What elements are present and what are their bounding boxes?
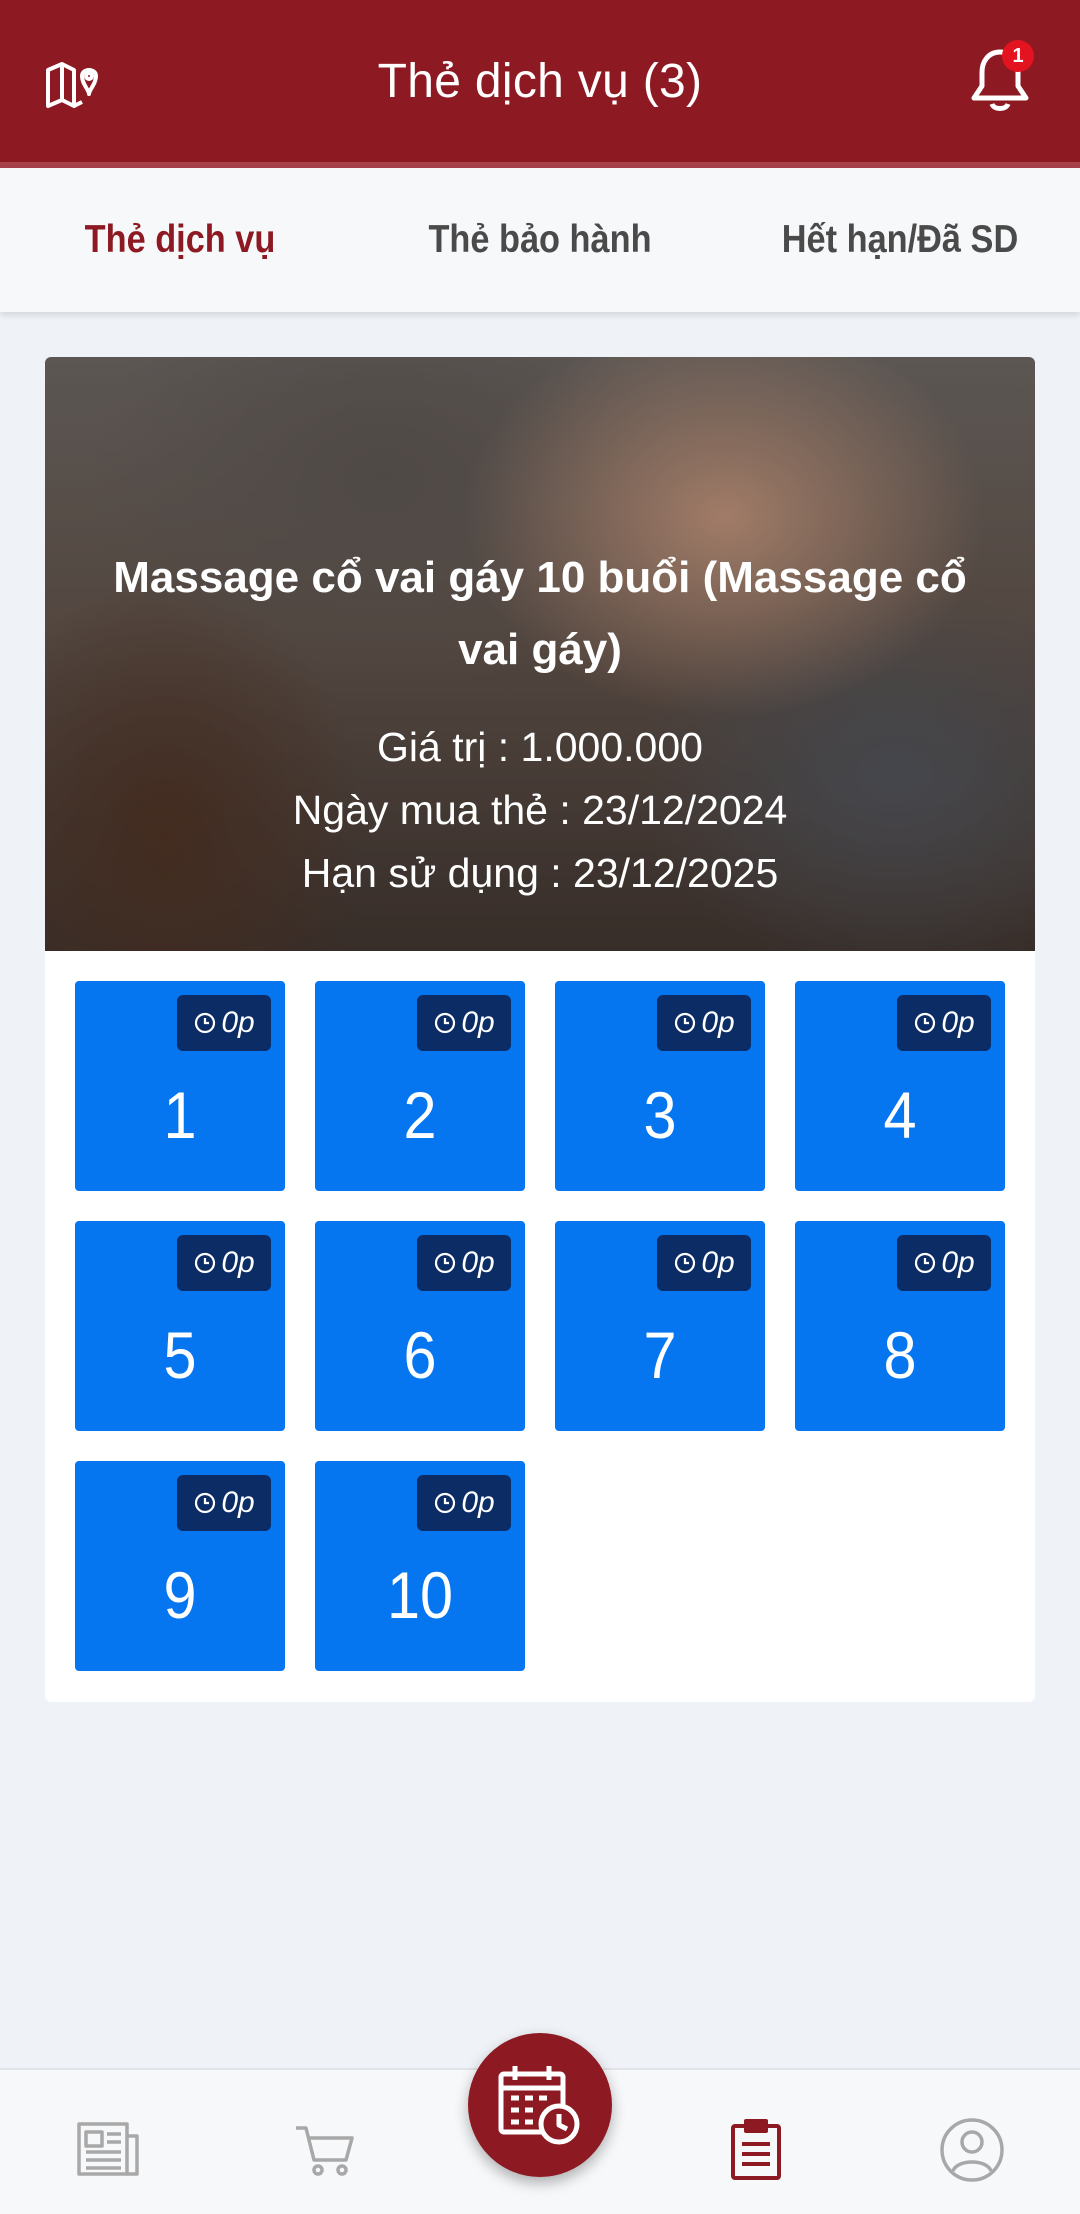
clock-icon [195,1012,216,1034]
session-time: 0p [701,1006,735,1039]
session-tile[interactable]: 0p 4 [795,981,1005,1191]
time-badge: 0p [897,1235,991,1291]
time-badge: 0p [657,995,751,1051]
session-time: 0p [221,1246,255,1279]
session-tile[interactable]: 0p 1 [75,981,285,1191]
tab-warranty-cards[interactable]: Thẻ bảo hành [382,168,699,312]
session-time: 0p [941,1246,975,1279]
session-tile[interactable]: 0p 9 [75,1461,285,1671]
clock-icon [915,1012,936,1034]
clock-icon [195,1252,216,1274]
nav-clipboard[interactable] [716,2110,796,2190]
card-title: Massage cổ vai gáy 10 buổi (Massage cổ v… [113,553,967,674]
tab-expired-used[interactable]: Hết hạn/Đã SD [742,168,1059,312]
session-time: 0p [461,1486,495,1519]
session-number: 8 [883,1318,917,1392]
time-badge: 0p [417,1475,511,1531]
session-time: 0p [461,1006,495,1039]
session-number: 4 [883,1078,917,1152]
session-tile[interactable]: 0p 10 [315,1461,525,1671]
session-time: 0p [221,1486,255,1519]
time-badge: 0p [897,995,991,1051]
nav-profile[interactable] [932,2110,1012,2190]
card-expiry-date: Hạn sử dụng : 23/12/2025 [301,850,779,896]
map-pin-icon [46,62,98,108]
session-number: 7 [643,1318,677,1392]
session-number: 10 [386,1558,454,1632]
session-tile[interactable]: 0p 8 [795,1221,1005,1431]
nav-news[interactable] [68,2110,148,2190]
notification-badge: 1 [1002,40,1034,72]
time-badge: 0p [177,1475,271,1531]
session-time: 0p [941,1006,975,1039]
clipboard-icon [731,2119,781,2180]
booking-button[interactable] [468,2033,612,2177]
tab-service-cards[interactable]: Thẻ dịch vụ [22,168,339,312]
notification-button[interactable]: 1 [960,40,1040,120]
session-time: 0p [701,1246,735,1279]
session-tile[interactable]: 0p 6 [315,1221,525,1431]
card-purchase-date: Ngày mua thẻ : 23/12/2024 [292,787,788,833]
page-title: Thẻ dịch vụ (3) [377,54,703,108]
app-header: Thẻ dịch vụ (3) 1 [0,0,1080,162]
session-number: 6 [403,1318,437,1392]
clock-icon [675,1012,696,1034]
session-number: 3 [643,1078,677,1152]
time-badge: 0p [177,1235,271,1291]
session-number: 2 [403,1078,437,1152]
profile-icon [940,2118,1004,2182]
clock-icon [915,1252,936,1274]
time-badge: 0p [657,1235,751,1291]
map-button[interactable] [40,52,104,116]
time-badge: 0p [417,1235,511,1291]
clock-icon [675,1252,696,1274]
nav-cart[interactable] [284,2110,364,2190]
clock-icon [435,1492,456,1514]
session-grid: 0p 1 0p 2 0p 3 0p 4 0p 5 0p 6 0p 7 0p 8 … [75,981,1005,1671]
tab-bar: Thẻ dịch vụ Thẻ bảo hành Hết hạn/Đã SD [0,168,1080,312]
session-tile[interactable]: 0p 5 [75,1221,285,1431]
session-tile[interactable]: 0p 3 [555,981,765,1191]
session-number: 5 [163,1318,197,1392]
session-time: 0p [461,1246,495,1279]
news-icon [77,2122,139,2176]
clock-icon [195,1492,216,1514]
session-tile[interactable]: 0p 7 [555,1221,765,1431]
calendar-clock-icon [498,2066,580,2145]
service-card[interactable]: Massage cổ vai gáy 10 buổi (Massage cổ v… [45,357,1035,1702]
session-number: 1 [163,1078,197,1152]
time-badge: 0p [417,995,511,1051]
session-number: 9 [163,1558,197,1632]
session-tile[interactable]: 0p 2 [315,981,525,1191]
session-time: 0p [221,1006,255,1039]
clock-icon [435,1252,456,1274]
card-value: Giá trị : 1.000.000 [377,724,703,770]
cart-icon [296,2126,354,2176]
clock-icon [435,1012,456,1034]
time-badge: 0p [177,995,271,1051]
card-hero-image: Massage cổ vai gáy 10 buổi (Massage cổ v… [45,357,1035,951]
